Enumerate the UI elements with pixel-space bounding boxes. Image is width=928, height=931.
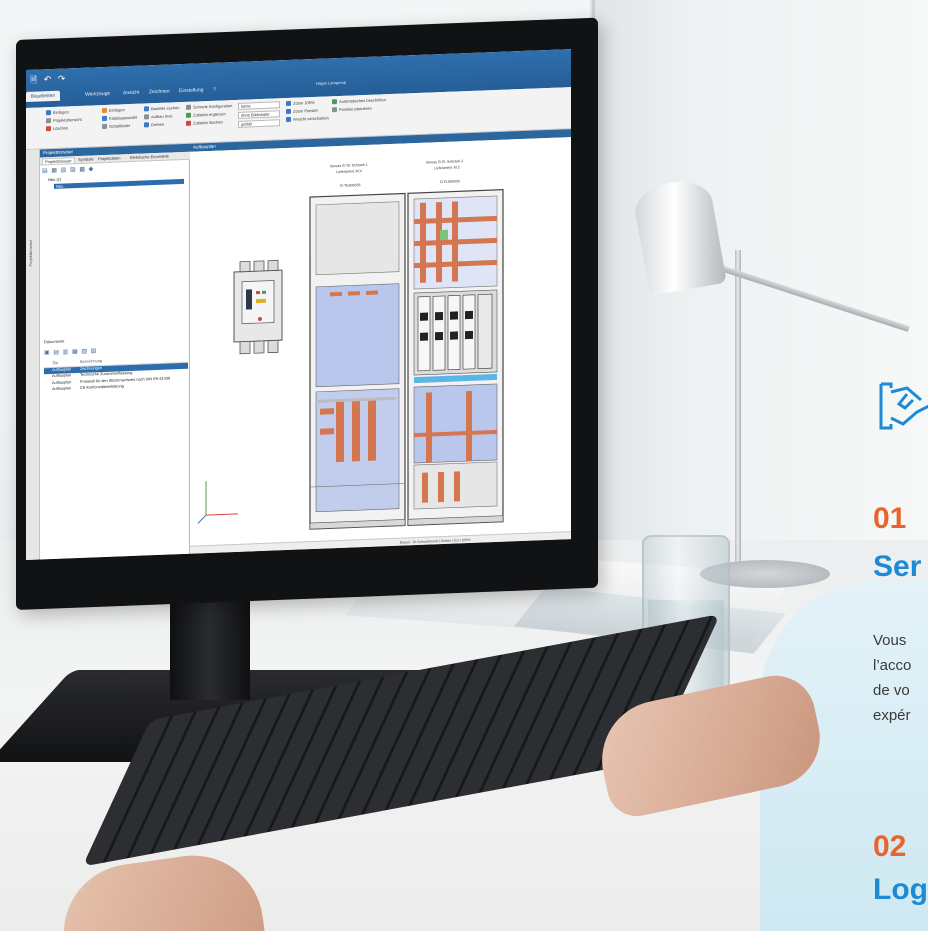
handshake-icon	[879, 382, 928, 430]
side-tab-label[interactable]: Projektbrowser	[28, 240, 33, 267]
ribbon-aufbau[interactable]: Aufbau mvo	[144, 113, 172, 120]
ribbon-schaltfelder[interactable]: Schaltfelder	[102, 123, 130, 130]
doc-type: Aufbauplan	[52, 366, 72, 372]
panel-tab-projektdaten[interactable]: Projektdaten	[98, 155, 120, 161]
ribbon-loeschen[interactable]: Löschen	[46, 125, 68, 132]
add-accessory-icon	[186, 113, 191, 119]
cabinet-left	[309, 192, 406, 530]
component-icon	[102, 108, 107, 114]
office-photo: 🗎 ↶ ↷ Bearbeiten Werkzeuge Ansicht Zeich…	[0, 0, 928, 931]
rotate-icon	[144, 122, 149, 128]
feature-1-text-line: l’acco	[873, 657, 912, 674]
search-icon	[144, 106, 149, 112]
monitor-stand-neck	[170, 600, 250, 700]
tab-help[interactable]: ?	[208, 85, 221, 95]
side-strip: Projektbrowser	[26, 149, 40, 561]
ribbon-katalogauswahl[interactable]: Katalogauswahl	[102, 115, 137, 122]
drawing-canvas[interactable]: Sineas G-TE Schrank 1 Lieferanteil: M.V …	[190, 137, 571, 546]
feature-2-title: Log	[873, 873, 928, 906]
doc-name: Technische Zusammenfassung	[80, 370, 133, 377]
filter-select-2[interactable]: ohne Bildinhalte	[238, 110, 280, 119]
tab-zeichnen[interactable]: Zeichnen	[144, 86, 175, 97]
circuit-breaker-symbol	[233, 259, 283, 355]
feature-1-text-line: de vo	[873, 682, 910, 699]
ribbon-auto-beschriften[interactable]: Automatisches beschriften	[332, 97, 386, 105]
app-title: Hager Lamgroup	[316, 79, 347, 86]
feature-1-number: 01	[873, 502, 907, 535]
feature-overlay: 01 Ser Vous l’acco de vo expér 02 Log	[843, 0, 928, 931]
tab-bearbeiten[interactable]: Bearbeiten	[26, 90, 61, 102]
ribbon-zubehoer-loeschen[interactable]: Zubehör löschen	[186, 119, 223, 127]
ribbon-zubehoer-ergaenzen[interactable]: Zubehör ergänzen	[186, 111, 226, 119]
ribbon-einfuegen-2[interactable]: Einfügen	[102, 107, 125, 114]
delete-icon	[46, 126, 51, 132]
monitor-screen: 🗎 ↶ ↷ Bearbeiten Werkzeuge Ansicht Zeich…	[26, 49, 571, 561]
filter-select-1[interactable]: keine	[238, 101, 280, 110]
cabinet-icon	[186, 105, 191, 111]
tree-item-root[interactable]: Neu (1)	[48, 177, 61, 183]
documents-title: Dokumente	[44, 338, 65, 345]
ribbon-drehen[interactable]: Drehen	[144, 122, 164, 128]
label-icon	[332, 99, 337, 105]
overview-icon	[46, 118, 51, 124]
ribbon-bauteile-suchen[interactable]: Bauteile suchen	[144, 105, 179, 112]
ribbon-zoom-fenster[interactable]: Zoom Fenster	[286, 108, 318, 115]
pan-icon	[286, 117, 291, 123]
zoom-icon	[286, 101, 291, 107]
doc-type: Aufbauplan	[52, 386, 72, 392]
panel-icon	[102, 124, 107, 130]
catalog-icon	[102, 116, 107, 122]
feature-1-text-line: Vous	[873, 632, 907, 649]
doc-type: Aufbauplan	[52, 373, 72, 379]
project-panel: Projektbrowser Projektbrowser Symbole Pr…	[40, 143, 190, 560]
ribbon-schrank-konfiguration[interactable]: Schrank Konfiguration	[186, 103, 232, 111]
ribbon-zoom-100[interactable]: Zoom 100%	[286, 100, 315, 107]
tab-ansicht[interactable]: Ansicht	[118, 87, 144, 98]
cabinet-right	[407, 189, 504, 526]
tab-werkzeuge[interactable]: Werkzeuge	[80, 89, 115, 100]
ribbon-projektuebersicht[interactable]: Projektübersicht	[46, 117, 82, 124]
doc-col-name: Bezeichnung	[80, 359, 102, 364]
panel-tab-symbole[interactable]: Symbole	[78, 156, 94, 162]
quick-access-toolbar[interactable]: 🗎 ↶ ↷	[30, 71, 67, 88]
panel-tab-projektbrowser[interactable]: Projektbrowser	[42, 157, 75, 165]
remove-accessory-icon	[186, 121, 191, 127]
feature-2-number: 02	[873, 830, 907, 863]
lamp-pole	[735, 250, 741, 580]
zoom-window-icon	[286, 109, 291, 115]
filter-select-3[interactable]: gefällt	[238, 119, 280, 128]
documents-table: Typ Bezeichnung Aufbauplan Zeichnungen A…	[44, 355, 188, 394]
documents-toolbar[interactable]: ▣ ▤ ▥ ▦ ▧ ▨	[44, 347, 97, 356]
doc-col-type: Typ	[52, 360, 59, 366]
axis-gizmo	[197, 481, 238, 524]
doc-type: Aufbauplan	[52, 379, 72, 385]
feature-1-title: Ser	[873, 550, 922, 583]
panel-tab-elektrische-einzelteile[interactable]: Elektrische Einzelteile	[130, 154, 169, 160]
ribbon-einfuegen-1[interactable]: Einfügen	[46, 109, 69, 116]
ribbon-ansicht-verschieben[interactable]: Ansicht verschieben	[286, 115, 329, 123]
tree-item-selected[interactable]: Neu	[54, 178, 184, 189]
doc-name: CE-Konformitätserklärung	[80, 384, 124, 390]
switchgear-drawing	[197, 189, 504, 530]
doc-name: Zeichnungen	[80, 365, 102, 371]
panel-toolbar[interactable]: ▤ ▦ ▧ ▨ ▩ ◆	[42, 165, 94, 174]
insert-icon	[46, 110, 51, 116]
place-icon	[332, 107, 337, 113]
tab-einstellung[interactable]: Einstellung	[174, 85, 208, 96]
ribbon-position-platzieren[interactable]: Position platzieren	[332, 106, 372, 113]
feature-1-text-line: expér	[873, 707, 911, 724]
build-icon	[144, 114, 149, 120]
